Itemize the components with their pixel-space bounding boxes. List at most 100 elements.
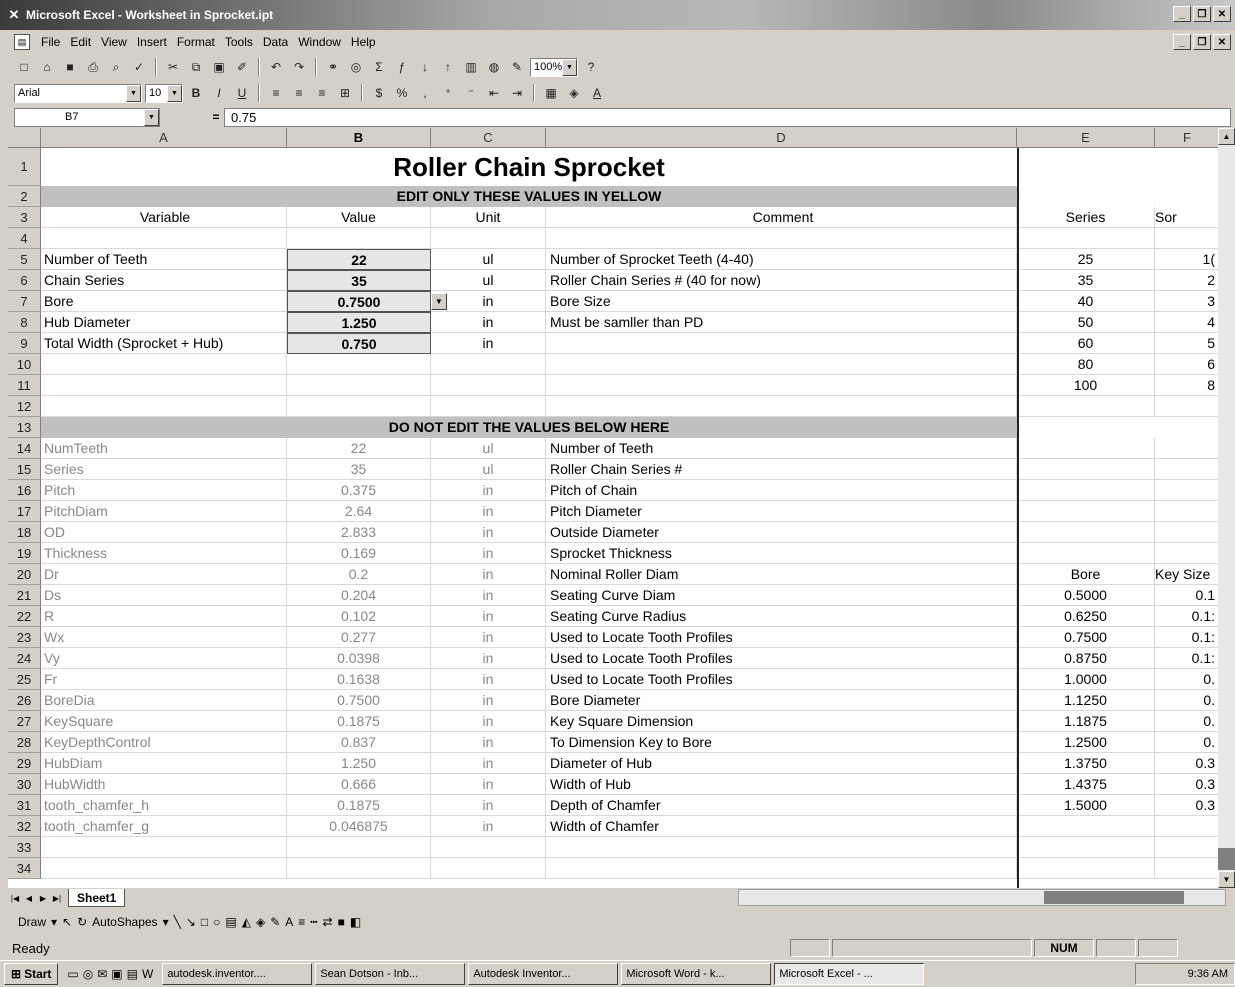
free-rotate-icon[interactable]: ↻: [77, 915, 87, 929]
cell-f16[interactable]: [1155, 480, 1220, 501]
cell-a27[interactable]: KeySquare: [41, 711, 287, 732]
row-header[interactable]: 17: [8, 501, 41, 522]
row-header[interactable]: 29: [8, 753, 41, 774]
row-header[interactable]: 21: [8, 585, 41, 606]
cell-e3[interactable]: Series: [1017, 207, 1155, 228]
sort-descending-icon[interactable]: ↑: [438, 57, 458, 77]
row-header[interactable]: 28: [8, 732, 41, 753]
cell-a32[interactable]: tooth_chamfer_g: [41, 816, 287, 837]
cell-c31[interactable]: in: [431, 795, 546, 816]
next-sheet-icon[interactable]: ▶: [36, 890, 50, 906]
column-header-c[interactable]: C: [431, 128, 546, 148]
menu-window[interactable]: Window: [293, 35, 346, 49]
chevron-down-icon[interactable]: ▼: [126, 84, 141, 102]
cell-a20[interactable]: Dr: [41, 564, 287, 585]
cell-f11[interactable]: 8: [1155, 375, 1220, 396]
row-header[interactable]: 6: [8, 270, 41, 291]
restore-button[interactable]: ❐: [1193, 6, 1211, 22]
cell-c26[interactable]: in: [431, 690, 546, 711]
cell-f18[interactable]: [1155, 522, 1220, 543]
row-header[interactable]: 24: [8, 648, 41, 669]
cell-a7[interactable]: Bore: [41, 291, 287, 312]
cell-f4[interactable]: [1155, 228, 1220, 249]
chevron-down-icon[interactable]: ▼: [167, 84, 182, 102]
word-icon[interactable]: W: [142, 967, 153, 981]
select-objects-icon[interactable]: ↖: [62, 915, 72, 929]
cell-f6[interactable]: 2: [1155, 270, 1220, 291]
cell-c21[interactable]: in: [431, 585, 546, 606]
app-icon[interactable]: ▤: [127, 967, 138, 981]
cell-e6[interactable]: 35: [1017, 270, 1155, 291]
cell-a17[interactable]: PitchDiam: [41, 501, 287, 522]
chevron-down-icon[interactable]: ▾: [163, 915, 169, 929]
vertical-scrollbar[interactable]: ▲ ▼: [1218, 128, 1235, 888]
cell-f24[interactable]: 0.1:: [1155, 648, 1220, 669]
cell-c20[interactable]: in: [431, 564, 546, 585]
cell-a19[interactable]: Thickness: [41, 543, 287, 564]
align-left-icon[interactable]: ≡: [266, 83, 286, 103]
cell-e26[interactable]: 1.1250: [1017, 690, 1155, 711]
cell-e34[interactable]: [1017, 858, 1155, 879]
cell-c11[interactable]: [431, 375, 546, 396]
cell-c9[interactable]: in: [431, 333, 546, 354]
cell-a29[interactable]: HubDiam: [41, 753, 287, 774]
cell-c10[interactable]: [431, 354, 546, 375]
cell-a10[interactable]: [41, 354, 287, 375]
cell-e16[interactable]: [1017, 480, 1155, 501]
menu-edit[interactable]: Edit: [65, 35, 96, 49]
decrease-indent-icon[interactable]: ⇤: [484, 83, 504, 103]
cell-d3[interactable]: Comment: [546, 207, 1017, 228]
drawing-icon[interactable]: ✎: [507, 57, 527, 77]
help-icon[interactable]: ?: [581, 57, 601, 77]
save-icon[interactable]: ■: [60, 57, 80, 77]
menu-data[interactable]: Data: [258, 35, 293, 49]
cell-b19[interactable]: 0.169: [287, 543, 431, 564]
cell-b6[interactable]: 35: [287, 270, 431, 291]
3d-icon[interactable]: ◧: [350, 915, 361, 929]
print-icon[interactable]: ⎙: [83, 57, 103, 77]
borders-icon[interactable]: ▦: [541, 83, 561, 103]
chevron-down-icon[interactable]: ▼: [144, 108, 159, 126]
cell-e29[interactable]: 1.3750: [1017, 753, 1155, 774]
spelling-icon[interactable]: ✓: [129, 57, 149, 77]
cell-e5[interactable]: 25: [1017, 249, 1155, 270]
row-header[interactable]: 20: [8, 564, 41, 585]
cell-e11[interactable]: 100: [1017, 375, 1155, 396]
last-sheet-icon[interactable]: ▶|: [50, 890, 64, 906]
cell-a12[interactable]: [41, 396, 287, 417]
cell-f3[interactable]: Sor: [1155, 207, 1220, 228]
cell-e18[interactable]: [1017, 522, 1155, 543]
cell-c22[interactable]: in: [431, 606, 546, 627]
cell-a6[interactable]: Chain Series: [41, 270, 287, 291]
cell-b16[interactable]: 0.375: [287, 480, 431, 501]
cell-f9[interactable]: 5: [1155, 333, 1220, 354]
cell-e33[interactable]: [1017, 837, 1155, 858]
fill-color-icon[interactable]: ◈: [564, 83, 584, 103]
column-header-b[interactable]: B: [287, 128, 431, 148]
map-icon[interactable]: ◍: [484, 57, 504, 77]
menu-view[interactable]: View: [96, 35, 132, 49]
row-header[interactable]: 2: [8, 186, 41, 207]
cell-b20[interactable]: 0.2: [287, 564, 431, 585]
menu-insert[interactable]: Insert: [132, 35, 172, 49]
doc-close-button[interactable]: ✕: [1213, 34, 1231, 50]
column-header-e[interactable]: E: [1017, 128, 1155, 148]
font-name-select[interactable]: Arial ▼: [14, 83, 142, 103]
row-header[interactable]: 10: [8, 354, 41, 375]
cell-d31[interactable]: Depth of Chamfer: [546, 795, 1017, 816]
cell-a4[interactable]: [41, 228, 287, 249]
cell-a31[interactable]: tooth_chamfer_h: [41, 795, 287, 816]
row-header[interactable]: 15: [8, 459, 41, 480]
minimize-button[interactable]: _: [1173, 6, 1191, 22]
cell-d22[interactable]: Seating Curve Radius: [546, 606, 1017, 627]
desktop-icon[interactable]: ▭: [67, 967, 78, 981]
fill-color-icon[interactable]: ◈: [256, 915, 265, 929]
cell-f5[interactable]: 1(: [1155, 249, 1220, 270]
align-right-icon[interactable]: ≡: [312, 83, 332, 103]
cell-c32[interactable]: in: [431, 816, 546, 837]
cell-d23[interactable]: Used to Locate Tooth Profiles: [546, 627, 1017, 648]
bold-icon[interactable]: B: [186, 83, 206, 103]
cell-f29[interactable]: 0.3: [1155, 753, 1220, 774]
cell-c25[interactable]: in: [431, 669, 546, 690]
cell-b34[interactable]: [287, 858, 431, 879]
